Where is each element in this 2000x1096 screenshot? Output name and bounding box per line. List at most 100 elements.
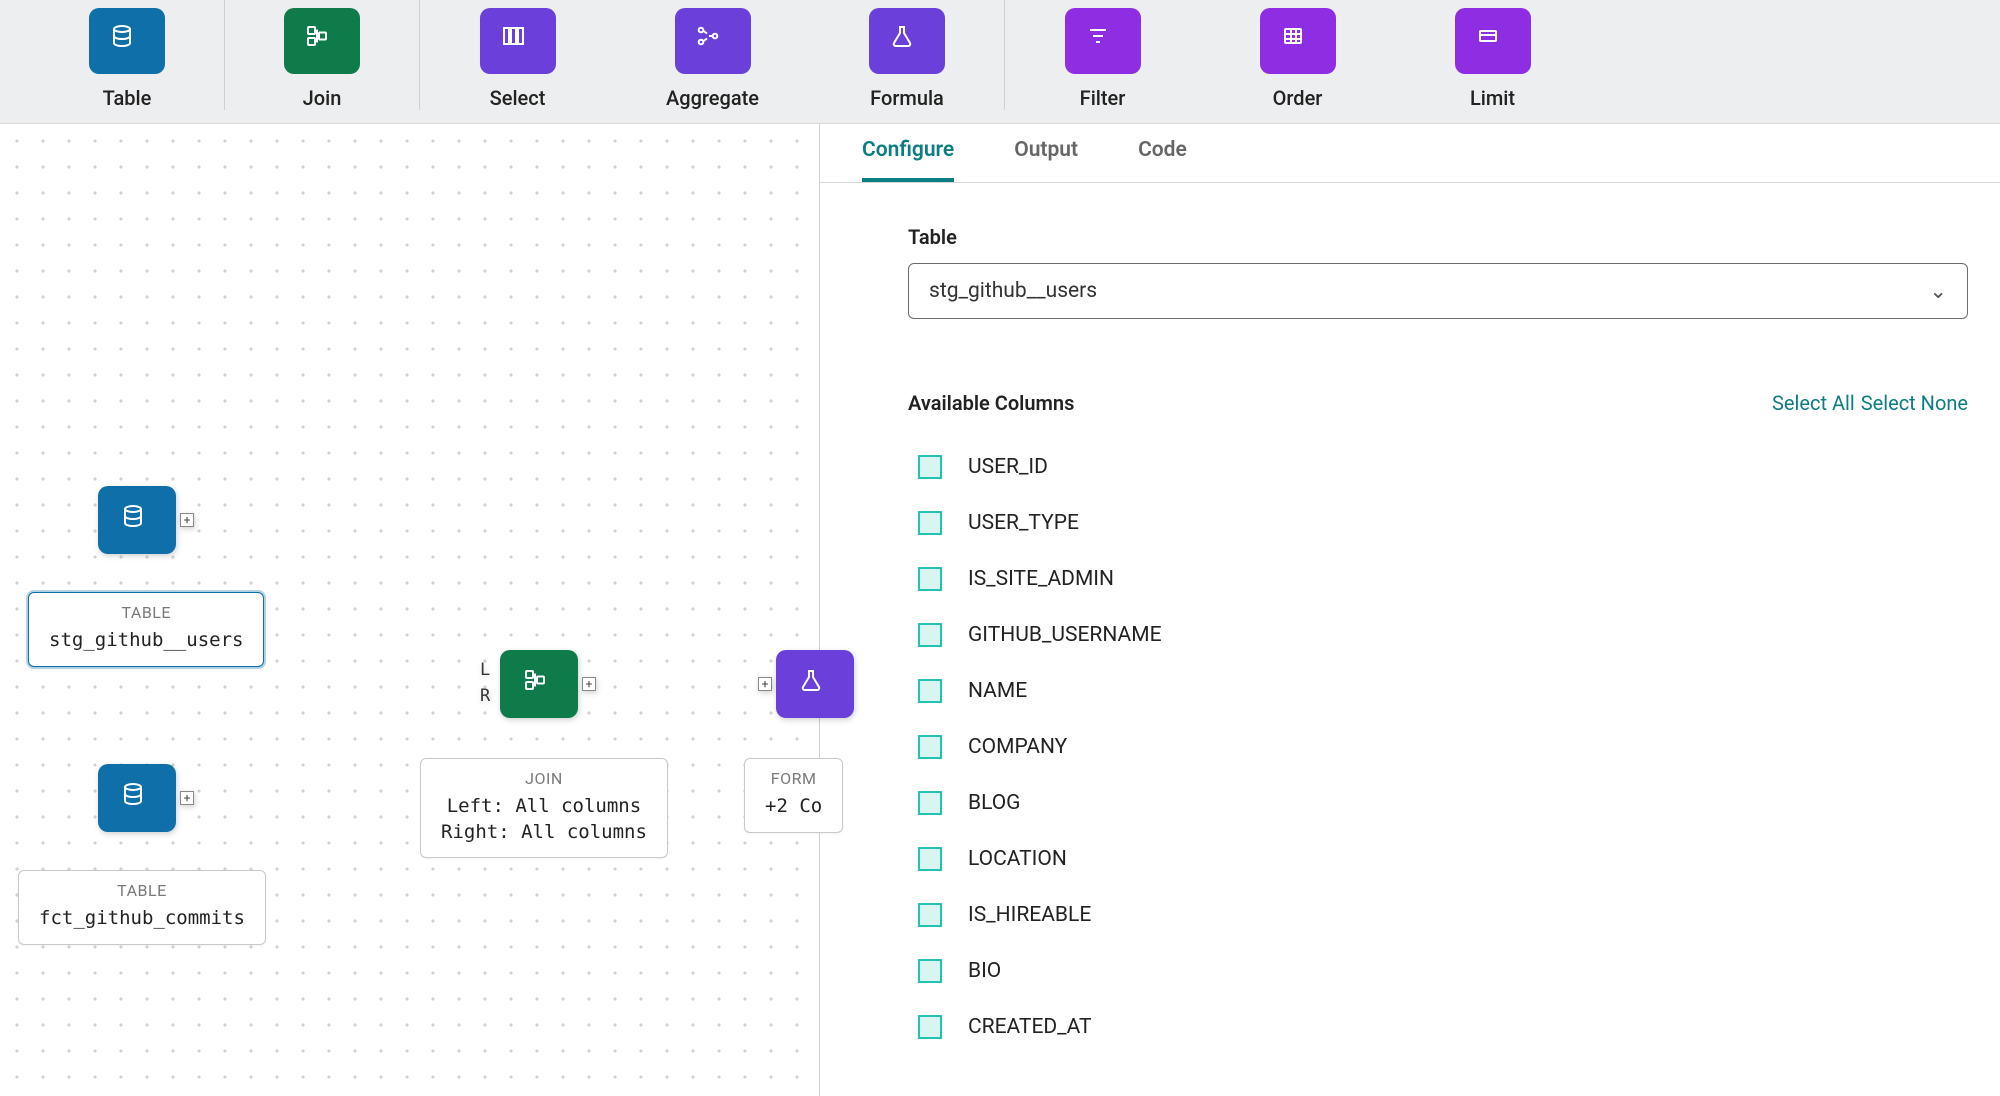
tool-label: Aggregate bbox=[666, 86, 759, 110]
node-join[interactable]: L R + bbox=[500, 650, 578, 718]
column-row[interactable]: COMPANY bbox=[908, 719, 2000, 775]
select-none-link[interactable]: Select None bbox=[1861, 391, 1968, 415]
database-icon: + bbox=[98, 486, 176, 554]
node-caption: TABLE bbox=[49, 603, 243, 622]
tab-output[interactable]: Output bbox=[1014, 138, 1078, 182]
tool-table[interactable]: Table bbox=[30, 0, 225, 110]
column-checkbox[interactable] bbox=[918, 1015, 942, 1039]
tool-label: Table bbox=[103, 86, 152, 110]
select-links: Select All Select None bbox=[1772, 391, 1968, 415]
edges bbox=[0, 124, 300, 274]
node-caption: TABLE bbox=[39, 881, 245, 900]
config-panel: Configure Output Code Table stg_github__… bbox=[820, 124, 2000, 1096]
node-formula-box[interactable]: FORM +2 Co bbox=[744, 740, 843, 833]
column-checkbox[interactable] bbox=[918, 567, 942, 591]
port-out[interactable]: + bbox=[180, 791, 194, 805]
node-formula[interactable]: + bbox=[776, 650, 854, 718]
node-table-commits-box[interactable]: TABLE fct_github_commits bbox=[18, 852, 266, 945]
database-icon bbox=[89, 8, 165, 74]
column-row[interactable]: GITHUB_USERNAME bbox=[908, 607, 2000, 663]
column-row[interactable]: IS_SITE_ADMIN bbox=[908, 551, 2000, 607]
limit-icon bbox=[1455, 8, 1531, 74]
column-row[interactable]: LOCATION bbox=[908, 831, 2000, 887]
column-name: GITHUB_USERNAME bbox=[968, 623, 1162, 647]
tool-label: Select bbox=[490, 86, 546, 110]
tool-label: Filter bbox=[1080, 86, 1126, 110]
column-name: LOCATION bbox=[968, 847, 1067, 871]
available-columns-label: Available Columns bbox=[908, 391, 1074, 415]
select-icon bbox=[480, 8, 556, 74]
column-name: COMPANY bbox=[968, 735, 1067, 759]
tab-configure[interactable]: Configure bbox=[862, 138, 954, 182]
column-name: IS_HIREABLE bbox=[968, 903, 1091, 927]
column-checkbox[interactable] bbox=[918, 959, 942, 983]
column-name: BLOG bbox=[968, 791, 1020, 815]
column-row[interactable]: CREATED_AT bbox=[908, 999, 2000, 1055]
toolbar: Table Join Select Aggregate Formula Filt… bbox=[0, 0, 2000, 124]
tool-label: Limit bbox=[1470, 86, 1515, 110]
column-checkbox[interactable] bbox=[918, 847, 942, 871]
node-caption: JOIN bbox=[441, 769, 647, 788]
port-out[interactable]: + bbox=[582, 677, 596, 691]
column-checkbox[interactable] bbox=[918, 679, 942, 703]
port-in[interactable]: + bbox=[758, 677, 772, 691]
tool-label: Join bbox=[303, 86, 342, 110]
node-table-users[interactable]: + bbox=[98, 486, 176, 554]
flask-icon bbox=[869, 8, 945, 74]
node-body: Left: All columns Right: All columns bbox=[441, 794, 647, 845]
column-checkbox[interactable] bbox=[918, 623, 942, 647]
filter-icon bbox=[1065, 8, 1141, 74]
tab-code[interactable]: Code bbox=[1138, 138, 1187, 182]
node-body: +2 Co bbox=[765, 794, 822, 820]
table-select-value: stg_github__users bbox=[929, 279, 1097, 303]
column-name: IS_SITE_ADMIN bbox=[968, 567, 1114, 591]
node-body: fct_github_commits bbox=[39, 906, 245, 932]
column-row[interactable]: BLOG bbox=[908, 775, 2000, 831]
tool-order[interactable]: Order bbox=[1200, 0, 1395, 110]
port-label-left: L bbox=[480, 660, 490, 680]
table-select[interactable]: stg_github__users ⌄ bbox=[908, 263, 1968, 319]
column-checkbox[interactable] bbox=[918, 903, 942, 927]
table-field-label: Table bbox=[908, 225, 2000, 249]
node-table-users-box[interactable]: TABLE stg_github__users bbox=[28, 574, 264, 667]
database-icon: + bbox=[98, 764, 176, 832]
column-name: USER_ID bbox=[968, 455, 1048, 479]
node-caption: FORM bbox=[765, 769, 822, 788]
panel-tabs: Configure Output Code bbox=[820, 124, 2000, 183]
node-table-commits[interactable]: + bbox=[98, 764, 176, 832]
column-list: USER_ID USER_TYPE IS_SITE_ADMIN GITHUB_USER… bbox=[908, 439, 2000, 1055]
node-join-box[interactable]: JOIN Left: All columns Right: All column… bbox=[420, 740, 668, 858]
port-out[interactable]: + bbox=[180, 513, 194, 527]
port-label-right: R bbox=[480, 686, 490, 706]
chevron-down-icon: ⌄ bbox=[1929, 279, 1947, 304]
column-checkbox[interactable] bbox=[918, 735, 942, 759]
join-icon: L R + bbox=[500, 650, 578, 718]
tool-label: Formula bbox=[870, 86, 944, 110]
aggregate-icon bbox=[675, 8, 751, 74]
column-row[interactable]: USER_ID bbox=[908, 439, 2000, 495]
column-name: USER_TYPE bbox=[968, 511, 1079, 535]
tool-limit[interactable]: Limit bbox=[1395, 0, 1590, 110]
pipeline-canvas[interactable]: + TABLE stg_github__users + TABLE fct_gi… bbox=[0, 124, 820, 1096]
column-checkbox[interactable] bbox=[918, 455, 942, 479]
tool-formula[interactable]: Formula bbox=[810, 0, 1005, 110]
column-row[interactable]: NAME bbox=[908, 663, 2000, 719]
column-row[interactable]: USER_TYPE bbox=[908, 495, 2000, 551]
column-name: BIO bbox=[968, 959, 1001, 983]
column-row[interactable]: BIO bbox=[908, 943, 2000, 999]
join-icon bbox=[284, 8, 360, 74]
column-name: CREATED_AT bbox=[968, 1015, 1092, 1039]
node-body: stg_github__users bbox=[49, 628, 243, 654]
tool-filter[interactable]: Filter bbox=[1005, 0, 1200, 110]
tool-select[interactable]: Select bbox=[420, 0, 615, 110]
column-name: NAME bbox=[968, 679, 1027, 703]
column-checkbox[interactable] bbox=[918, 511, 942, 535]
flask-icon: + bbox=[776, 650, 854, 718]
tool-label: Order bbox=[1273, 86, 1323, 110]
tool-join[interactable]: Join bbox=[225, 0, 420, 110]
order-icon bbox=[1260, 8, 1336, 74]
tool-aggregate[interactable]: Aggregate bbox=[615, 0, 810, 110]
column-checkbox[interactable] bbox=[918, 791, 942, 815]
column-row[interactable]: IS_HIREABLE bbox=[908, 887, 2000, 943]
select-all-link[interactable]: Select All bbox=[1772, 391, 1855, 415]
